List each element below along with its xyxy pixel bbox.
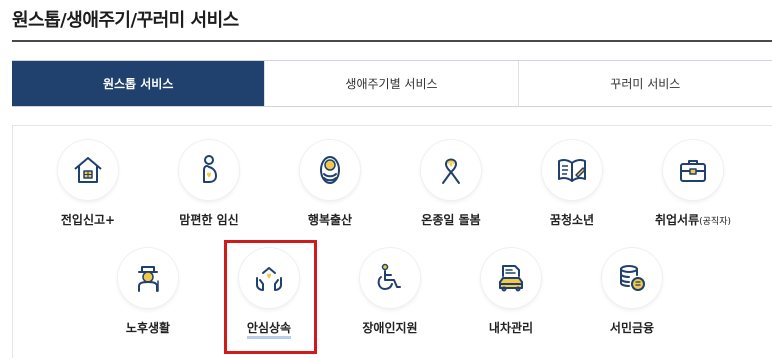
service-label-suffix: (공직자) — [699, 217, 732, 227]
house-icon — [58, 140, 118, 200]
coins-icon — [602, 248, 662, 308]
service-tabs: 원스톱 서비스 생애주기별 서비스 꾸러미 서비스 — [12, 60, 772, 107]
wheelchair-icon — [360, 248, 420, 308]
service-label-text: 취업서류 — [654, 213, 700, 227]
pregnancy-icon — [179, 140, 239, 200]
page-title: 원스톱/생애주기/꾸러미 서비스 — [12, 10, 239, 31]
service-item-disability[interactable]: 장애인지원 — [330, 248, 450, 336]
service-label: 안심상속 — [246, 319, 292, 339]
service-label: 전입신고+ — [60, 213, 116, 227]
hands-house-icon — [239, 248, 299, 308]
tab-package[interactable]: 꾸러미 서비스 — [518, 61, 772, 106]
service-item-birth[interactable]: 행복출산 — [270, 140, 390, 228]
service-item-finance[interactable]: 서민금융 — [572, 248, 692, 336]
service-label: 꿈청소년 — [549, 213, 595, 227]
title-divider — [12, 40, 772, 42]
service-label: 노후생활 — [125, 321, 171, 335]
service-label-text: 안심상속 — [246, 321, 292, 339]
service-label: 장애인지원 — [362, 321, 418, 335]
elder-icon — [118, 248, 178, 308]
tab-onestop[interactable]: 원스톱 서비스 — [12, 61, 266, 106]
service-label: 행복출산 — [307, 213, 353, 227]
service-item-employment[interactable]: 취업서류(공직자) — [633, 140, 753, 228]
car-document-icon — [481, 248, 541, 308]
service-item-move-in[interactable]: 전입신고+ — [28, 140, 148, 228]
service-item-pregnancy[interactable]: 맘편한 임신 — [149, 140, 269, 228]
service-label: 맘편한 임신 — [179, 213, 239, 227]
tab-lifecycle[interactable]: 생애주기별 서비스 — [265, 61, 519, 106]
service-label: 서민금융 — [609, 321, 655, 335]
ribbon-icon — [421, 140, 481, 200]
service-label: 내차관리 — [488, 321, 534, 335]
service-item-retirement[interactable]: 노후생활 — [88, 248, 208, 336]
service-label: 취업서류(공직자) — [655, 211, 731, 228]
service-item-inheritance[interactable]: 안심상속 — [209, 248, 329, 339]
book-icon — [542, 140, 602, 200]
service-item-youth[interactable]: 꿈청소년 — [512, 140, 632, 228]
baby-icon — [300, 140, 360, 200]
service-label: 온종일 돌봄 — [421, 213, 481, 227]
briefcase-icon — [663, 140, 723, 200]
service-item-care[interactable]: 온종일 돌봄 — [391, 140, 511, 228]
service-item-car[interactable]: 내차관리 — [451, 248, 571, 336]
